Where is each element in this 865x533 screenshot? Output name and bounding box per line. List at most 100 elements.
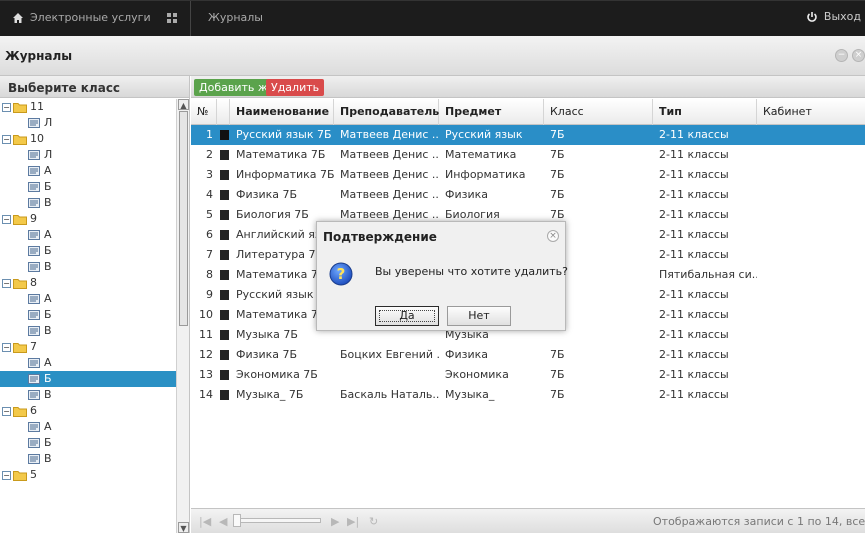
- journal-icon: [220, 230, 229, 240]
- delete-button[interactable]: Удалить: [266, 79, 325, 96]
- tree-scrollbar[interactable]: ▲ ▼: [176, 99, 189, 533]
- table-row[interactable]: 1 Русский язык 7Б Матвеев Денис ... Русский…: [191, 125, 865, 145]
- tree-leaf[interactable]: Б: [0, 435, 176, 451]
- page-title: Журналы: [5, 49, 73, 63]
- grid-icon[interactable]: [166, 12, 178, 24]
- tree-leaf[interactable]: А: [0, 163, 176, 179]
- class-icon: [28, 374, 40, 384]
- tree-node-label: Л: [44, 148, 53, 161]
- panel-tools: − ×: [835, 49, 865, 62]
- column-grading[interactable]: Тип оценивания: [653, 99, 757, 144]
- tree-node-label: 8: [30, 276, 37, 289]
- tree-leaf[interactable]: В: [0, 451, 176, 467]
- services-link[interactable]: Электронные услуги: [12, 11, 151, 24]
- expand-icon[interactable]: −: [2, 102, 11, 112]
- tree-folder[interactable]: − 11: [0, 99, 176, 115]
- expand-icon[interactable]: −: [2, 342, 11, 352]
- cell-class: 7Б: [550, 168, 565, 181]
- cell-room: [757, 385, 865, 405]
- tree-folder[interactable]: −6: [0, 403, 176, 419]
- tree-leaf[interactable]: В: [0, 259, 176, 275]
- tree-leaf[interactable]: А: [0, 419, 176, 435]
- tree-folder[interactable]: −7: [0, 339, 176, 355]
- cell-grading: 2-11 классы: [659, 388, 729, 401]
- tree-node-label: А: [44, 292, 52, 305]
- tree-node-label: Б: [44, 436, 52, 449]
- home-icon: [13, 12, 23, 23]
- tree-folder[interactable]: −5: [0, 467, 176, 483]
- collapse-icon[interactable]: −: [835, 49, 848, 62]
- tree-leaf[interactable]: Б: [0, 371, 176, 387]
- tree-leaf[interactable]: Б: [0, 307, 176, 323]
- column-subject[interactable]: Предмет: [439, 99, 544, 125]
- journal-icon: [220, 330, 229, 340]
- yes-button[interactable]: Да: [375, 306, 439, 326]
- tree-folder[interactable]: −8: [0, 275, 176, 291]
- page-slider[interactable]: [236, 518, 321, 523]
- cell-num: 6: [206, 228, 213, 241]
- table-row[interactable]: 4 Физика 7Б Матвеев Денис ... Физика 7Б 2-11 …: [191, 185, 865, 205]
- cell-subject: Математика: [445, 148, 517, 161]
- expand-icon[interactable]: −: [2, 406, 11, 416]
- dialog-close-icon[interactable]: ×: [547, 230, 559, 242]
- nav-divider: [190, 1, 191, 37]
- tree-folder[interactable]: −9: [0, 211, 176, 227]
- last-page-icon[interactable]: ▶|: [347, 515, 359, 528]
- first-page-icon[interactable]: |◀: [199, 515, 211, 528]
- journal-icon: [220, 310, 229, 320]
- tree-leaf[interactable]: А: [0, 227, 176, 243]
- table-row[interactable]: 14 Музыка_ 7Б Баскаль Наталь... Музыка_ 7Б 2-…: [191, 385, 865, 405]
- tree-leaf[interactable]: В: [0, 195, 176, 211]
- cell-grading: Пятибальная си...: [659, 268, 757, 281]
- scroll-down-icon[interactable]: ▼: [178, 522, 189, 533]
- tree-leaf[interactable]: Л: [0, 147, 176, 163]
- class-selector-panel: Выберите класс −11 Л −10 Л А Б В −9 А Б В −8 А Б В −7 А Б…: [0, 76, 190, 533]
- scroll-thumb[interactable]: [179, 111, 188, 326]
- table-row[interactable]: 2 Математика 7Б Матвеев Денис ... Математик…: [191, 145, 865, 165]
- tree-folder[interactable]: − 10: [0, 131, 176, 147]
- next-page-icon[interactable]: ▶: [331, 515, 339, 528]
- table-row[interactable]: 3 Информатика 7Б Матвеев Денис ... Информат…: [191, 165, 865, 185]
- page-slider-thumb[interactable]: [233, 514, 241, 527]
- tree-leaf[interactable]: Б: [0, 243, 176, 259]
- dialog-title: Подтверждение: [323, 230, 437, 244]
- column-name[interactable]: Наименование: [230, 99, 334, 125]
- column-class[interactable]: Класс: [544, 99, 653, 125]
- table-row[interactable]: 12 Физика 7Б Боцких Евгений ... Физика 7Б 2-1…: [191, 345, 865, 365]
- tree-node-label: 10: [30, 132, 44, 145]
- column-num[interactable]: №: [191, 99, 217, 125]
- tree-node-label: 5: [30, 468, 37, 481]
- logout-button[interactable]: Выход: [806, 10, 861, 23]
- cell-num: 13: [199, 368, 213, 381]
- tree-leaf[interactable]: Б: [0, 179, 176, 195]
- class-icon: [28, 422, 40, 432]
- cell-num: 7: [206, 248, 213, 261]
- tree-leaf[interactable]: А: [0, 355, 176, 371]
- cell-name: Русский язык 7Б: [236, 128, 332, 141]
- table-row[interactable]: 13 Экономика 7Б Экономика 7Б 2-11 классы: [191, 365, 865, 385]
- no-button[interactable]: Нет: [447, 306, 511, 326]
- cell-class: 7Б: [550, 148, 565, 161]
- cell-teacher: [334, 365, 439, 385]
- column-room[interactable]: Кабинет: [757, 99, 865, 125]
- expand-icon[interactable]: −: [2, 470, 11, 480]
- tree-leaf[interactable]: В: [0, 323, 176, 339]
- cell-class: 7Б: [550, 348, 565, 361]
- cell-name: Музыка_ 7Б: [236, 388, 304, 401]
- refresh-icon[interactable]: ↻: [369, 515, 378, 528]
- tree-leaf[interactable]: А: [0, 291, 176, 307]
- expand-icon[interactable]: −: [2, 278, 11, 288]
- services-label: Электронные услуги: [30, 11, 151, 24]
- journals-link[interactable]: Журналы: [208, 11, 263, 24]
- close-icon[interactable]: ×: [852, 49, 865, 62]
- scroll-up-icon[interactable]: ▲: [178, 99, 189, 110]
- tree-leaf[interactable]: В: [0, 387, 176, 403]
- expand-icon[interactable]: −: [2, 134, 11, 144]
- expand-icon[interactable]: −: [2, 214, 11, 224]
- prev-page-icon[interactable]: ◀: [219, 515, 227, 528]
- cell-num: 11: [199, 328, 213, 341]
- class-tree: −11 Л −10 Л А Б В −9 А Б В −8 А Б В −7 А Б В −6 А Б В −5: [0, 99, 176, 533]
- cell-teacher: Матвеев Денис ...: [340, 128, 439, 141]
- column-teacher[interactable]: Преподаватель: [334, 99, 439, 125]
- tree-leaf[interactable]: Л: [0, 115, 176, 131]
